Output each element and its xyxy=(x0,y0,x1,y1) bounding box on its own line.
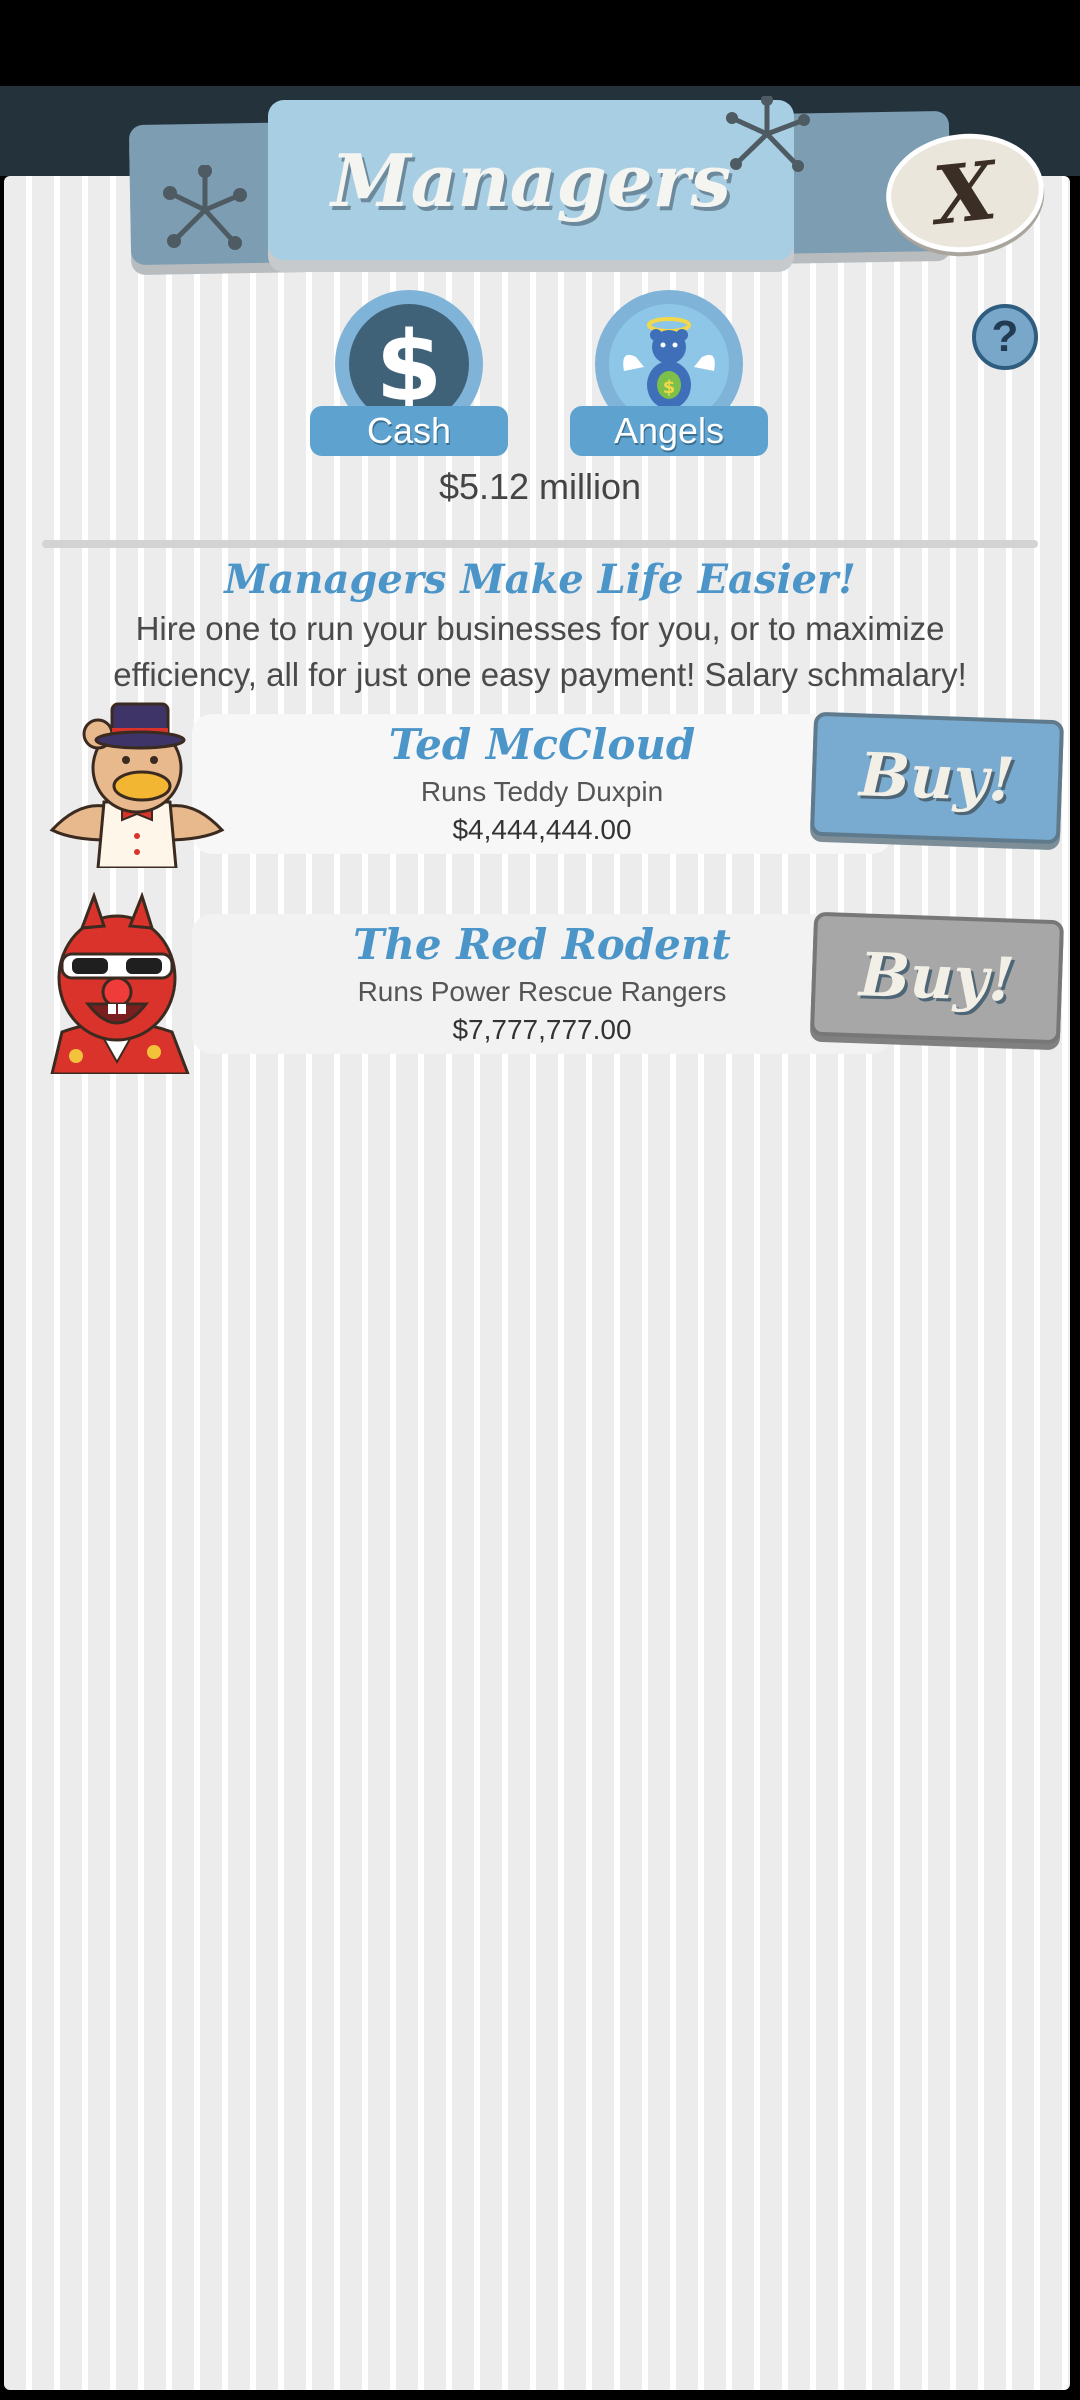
tab-cash[interactable]: $ Cash xyxy=(310,290,508,456)
manager-business: Runs Power Rescue Rangers xyxy=(357,976,727,1007)
manager-name: Ted McCloud xyxy=(388,720,696,769)
cash-balance: $5.12 million xyxy=(438,466,642,507)
starburst-decoration-right xyxy=(726,96,810,172)
manager-price: $4,444,444.00 xyxy=(452,814,632,845)
help-icon: ? xyxy=(991,312,1019,361)
tab-angels-label: Angels xyxy=(570,406,768,456)
buy-button[interactable]: Buy! xyxy=(809,911,1065,1045)
promo-description: Hire one to run your businesses for you,… xyxy=(113,610,967,693)
manager-name: The Red Rodent xyxy=(353,920,731,969)
buy-button-label: Buy! xyxy=(858,740,1016,816)
page-title: Managers xyxy=(331,137,731,223)
manager-business: Runs Teddy Duxpin xyxy=(420,776,664,807)
header-title-plate: Managers xyxy=(268,100,794,260)
tab-cash-label: Cash xyxy=(310,406,508,456)
red-rodent-avatar xyxy=(50,892,190,1074)
manager-price: $7,777,777.00 xyxy=(452,1014,632,1045)
status-bar xyxy=(0,0,1080,86)
starburst-decoration-left xyxy=(163,165,247,250)
close-icon: X xyxy=(929,143,1001,243)
buy-button-label: Buy! xyxy=(858,940,1016,1016)
promo-title: Managers Make Life Easier! xyxy=(224,556,856,603)
tab-angels[interactable]: $ Angels xyxy=(570,290,768,456)
managers-panel xyxy=(4,176,1070,2390)
svg-text:$: $ xyxy=(663,377,676,398)
svg-text:$: $ xyxy=(376,314,443,414)
list-item-manager: The Red Rodent Runs Power Rescue Rangers… xyxy=(42,892,1065,1074)
list-item-manager: Ted McCloud Runs Teddy Duxpin $4,444,444… xyxy=(42,702,1065,868)
divider xyxy=(42,540,1038,548)
help-button[interactable]: ? xyxy=(972,304,1038,370)
buy-button[interactable]: Buy! xyxy=(809,711,1065,845)
